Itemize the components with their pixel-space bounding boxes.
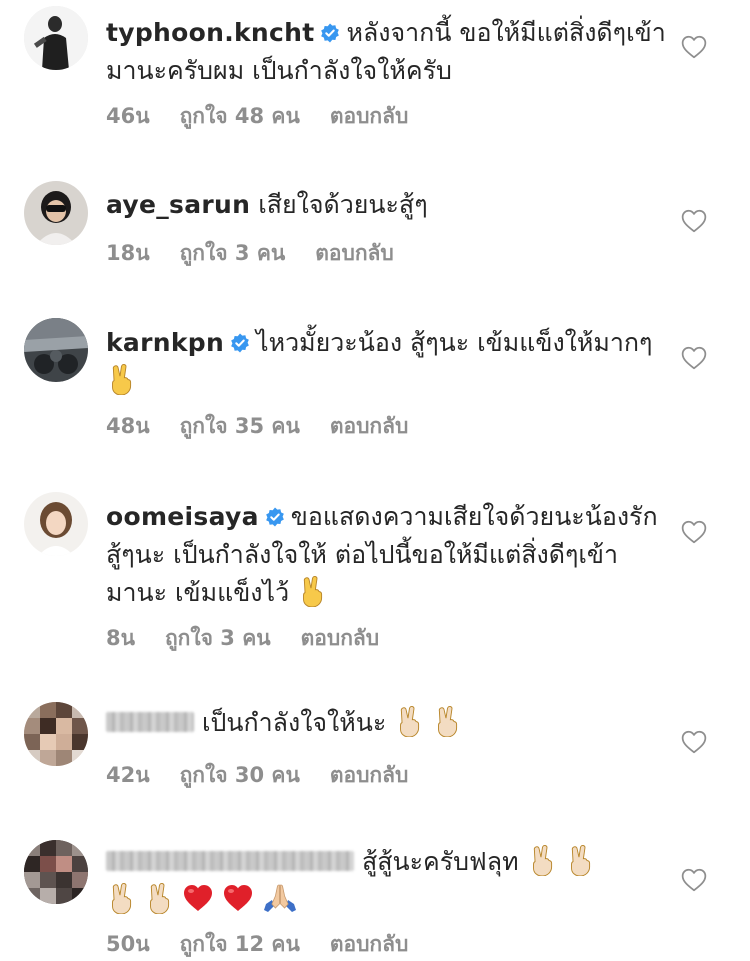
like-heart-icon[interactable] <box>681 868 707 892</box>
comment-body: เป็นกำลังใจให้นะ <box>106 704 670 742</box>
comment-text: เสียใจด้วยนะสู้ๆ <box>258 190 428 219</box>
like-count[interactable]: ถูกใจ 3 คน <box>165 626 271 650</box>
reply-button[interactable]: ตอบกลับ <box>330 104 409 128</box>
comment-username[interactable]: karnkpn <box>106 328 224 357</box>
reply-button[interactable]: ตอบกลับ <box>330 763 409 787</box>
like-count[interactable]: ถูกใจ 35 คน <box>180 414 300 438</box>
verified-badge-icon <box>230 333 250 353</box>
comment-time: 18น <box>106 241 150 265</box>
like-count[interactable]: ถูกใจ 12 คน <box>180 932 300 956</box>
like-count[interactable]: ถูกใจ 48 คน <box>180 104 300 128</box>
comment-meta: 8น ถูกใจ 3 คน ตอบกลับ <box>106 622 409 655</box>
reply-button[interactable]: ตอบกลับ <box>330 414 409 438</box>
comment-username[interactable] <box>106 712 194 732</box>
comment-time: 8น <box>106 626 135 650</box>
victory-hand-light-icon <box>565 844 595 876</box>
comment-username[interactable]: aye_sarun <box>106 190 250 219</box>
like-heart-icon[interactable] <box>681 209 707 233</box>
comment-meta: 42น ถูกใจ 30 คน ตอบกลับ <box>106 759 438 792</box>
victory-hand-light-icon <box>432 705 462 737</box>
comment-meta: 48น ถูกใจ 35 คน ตอบกลับ <box>106 410 438 443</box>
victory-hand-light-icon <box>106 882 136 914</box>
like-count[interactable]: ถูกใจ 3 คน <box>180 241 286 265</box>
comment-time: 50น <box>106 932 150 956</box>
victory-hand-light-icon <box>394 705 424 737</box>
victory-hand-light-icon <box>527 844 557 876</box>
avatar[interactable] <box>24 702 88 766</box>
comment-body: oomeisaya ขอแสดงความเสียใจด้วยนะน้องรัก ส… <box>106 498 670 612</box>
reply-button[interactable]: ตอบกลับ <box>301 626 380 650</box>
comment-meta: 46น ถูกใจ 48 คน ตอบกลับ <box>106 100 438 133</box>
avatar[interactable] <box>24 181 88 245</box>
comment-time: 42น <box>106 763 150 787</box>
verified-badge-icon <box>320 23 340 43</box>
comment-username[interactable]: oomeisaya <box>106 502 259 531</box>
victory-hand-icon <box>106 363 136 395</box>
comment-body: typhoon.kncht หลังจากนี้ ขอให้มีแต่สิ่งดี… <box>106 14 670 90</box>
like-heart-icon[interactable] <box>681 35 707 59</box>
comment-body: karnkpn ไหวมั้ยวะน้อง สู้ๆนะ เข้มแข็งให้ม… <box>106 324 670 400</box>
comment-meta: 50น ถูกใจ 12 คน ตอบกลับ <box>106 928 438 961</box>
victory-hand-light-icon <box>144 882 174 914</box>
comment-time: 46น <box>106 104 150 128</box>
avatar[interactable] <box>24 6 88 70</box>
folded-hands-icon <box>262 882 298 914</box>
comment-username[interactable]: typhoon.kncht <box>106 18 314 47</box>
red-heart-icon <box>222 882 254 914</box>
reply-button[interactable]: ตอบกลับ <box>315 241 394 265</box>
like-heart-icon[interactable] <box>681 346 707 370</box>
like-heart-icon[interactable] <box>681 520 707 544</box>
comment-text: ไหวมั้ยวะน้อง สู้ๆนะ เข้มแข็งให้มากๆ <box>256 328 653 357</box>
red-heart-icon <box>182 882 214 914</box>
comment-text: สู้สู้นะครับฟลุท <box>362 847 519 876</box>
comment-time: 48น <box>106 414 150 438</box>
comment-body: aye_sarun เสียใจด้วยนะสู้ๆ <box>106 186 670 224</box>
victory-hand-icon <box>297 575 327 607</box>
comment-username[interactable] <box>106 851 354 871</box>
like-heart-icon[interactable] <box>681 730 707 754</box>
avatar[interactable] <box>24 318 88 382</box>
comment-text: เป็นกำลังใจให้นะ <box>202 708 387 737</box>
avatar[interactable] <box>24 840 88 904</box>
avatar[interactable] <box>24 492 88 556</box>
reply-button[interactable]: ตอบกลับ <box>330 932 409 956</box>
like-count[interactable]: ถูกใจ 30 คน <box>180 763 300 787</box>
verified-badge-icon <box>265 507 285 527</box>
comment-meta: 18น ถูกใจ 3 คน ตอบกลับ <box>106 237 424 270</box>
comment-body: สู้สู้นะครับฟลุท <box>106 843 670 919</box>
